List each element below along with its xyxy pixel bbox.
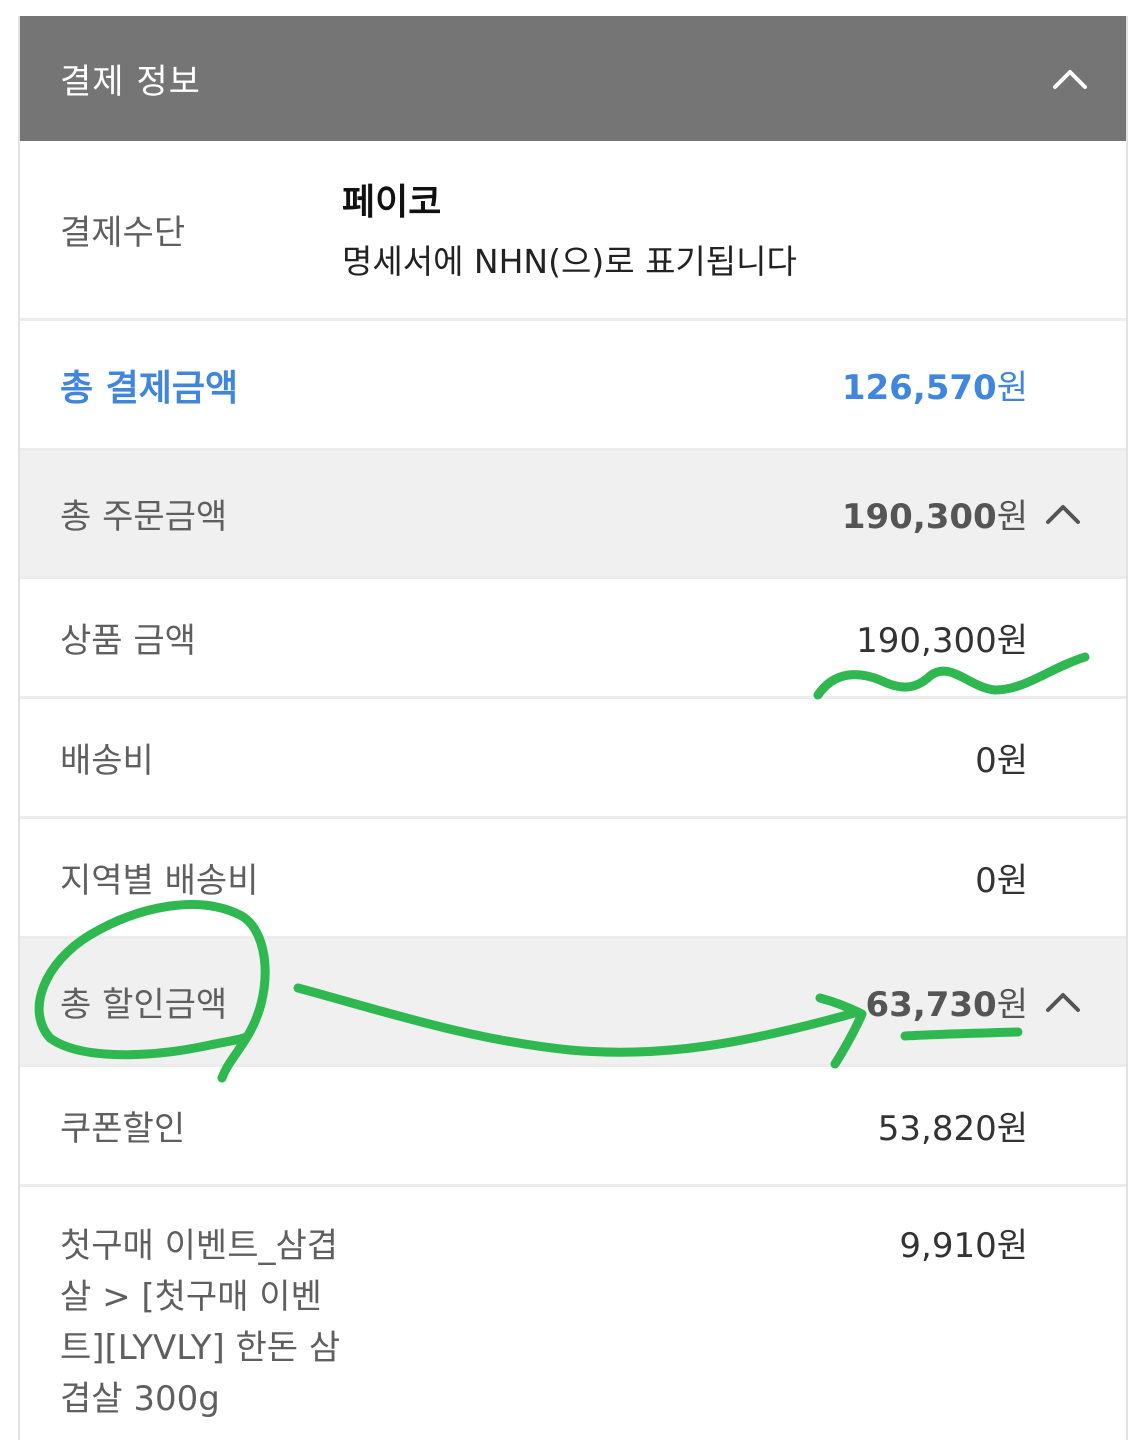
payment-method-note: 명세서에 NHN(으)로 표기됩니다 — [342, 241, 797, 281]
order-total-label: 총 주문금액 — [60, 497, 228, 537]
chevron-up-icon[interactable] — [1050, 59, 1090, 99]
discount-total-label: 총 할인금액 — [60, 985, 228, 1025]
shipping-fee-label: 배송비 — [60, 741, 154, 781]
regional-shipping-fee-label: 지역별 배송비 — [60, 861, 259, 901]
product-amount-value: 190,300원 — [856, 613, 1028, 662]
coupon-discount-label: 쿠폰할인 — [60, 1109, 186, 1149]
total-payment-row: 총 결제금액 126,570원 — [20, 321, 1126, 451]
product-amount-label: 상품 금액 — [60, 621, 196, 661]
coupon-discount-unit: 원 — [996, 1109, 1028, 1149]
event-discount-row: 첫구매 이벤트_삼겹살 > [첫구매 이벤트][LYVLY] 한돈 삼겹살 30… — [20, 1187, 1126, 1440]
payment-info-header[interactable]: 결제 정보 — [20, 16, 1126, 141]
payment-info-panel: 결제 정보 결제수단 페이코 명세서에 NHN(으)로 표기됩니다 총 결제금액… — [18, 16, 1128, 1440]
payment-method-label: 결제수단 — [60, 213, 186, 253]
payment-method-row: 결제수단 페이코 명세서에 NHN(으)로 표기됩니다 — [20, 141, 1126, 321]
payment-method-details: 페이코 명세서에 NHN(으)로 표기됩니다 — [342, 173, 797, 283]
shipping-fee-amount: 0 — [975, 741, 997, 781]
coupon-discount-amount: 53,820 — [877, 1109, 997, 1149]
regional-shipping-fee-amount: 0 — [975, 861, 997, 901]
order-total-value: 190,300원 — [842, 489, 1028, 538]
event-discount-unit: 원 — [996, 1226, 1028, 1266]
discount-total-unit: 원 — [996, 985, 1028, 1025]
discount-total-chevron-up-icon[interactable] — [1040, 982, 1086, 1022]
regional-shipping-fee-row: 지역별 배송비 0원 — [20, 819, 1126, 939]
event-discount-value: 9,910원 — [899, 1221, 1028, 1272]
product-amount-unit: 원 — [996, 621, 1028, 661]
discount-total-amount: 63,730 — [865, 985, 997, 1025]
product-amount-amount: 190,300 — [856, 621, 997, 661]
order-total-amount: 190,300 — [841, 497, 997, 537]
discount-total-value: 63,730원 — [866, 977, 1028, 1026]
payment-method-name: 페이코 — [342, 181, 442, 223]
product-amount-row: 상품 금액 190,300원 — [20, 579, 1126, 699]
total-payment-value: 126,570원 — [842, 360, 1028, 409]
shipping-fee-unit: 원 — [996, 741, 1028, 781]
regional-shipping-fee-value: 0원 — [975, 853, 1028, 902]
order-total-row[interactable]: 총 주문금액 190,300원 — [20, 451, 1126, 579]
order-total-chevron-up-icon[interactable] — [1040, 494, 1086, 534]
total-payment-amount: 126,570 — [841, 368, 997, 408]
discount-total-row[interactable]: 총 할인금액 63,730원 — [20, 939, 1126, 1067]
shipping-fee-row: 배송비 0원 — [20, 699, 1126, 819]
total-payment-label: 총 결제금액 — [60, 367, 239, 409]
coupon-discount-value: 53,820원 — [878, 1101, 1028, 1150]
payment-info-title: 결제 정보 — [60, 62, 201, 102]
coupon-discount-row: 쿠폰할인 53,820원 — [20, 1067, 1126, 1187]
regional-shipping-fee-unit: 원 — [996, 861, 1028, 901]
order-total-unit: 원 — [996, 497, 1028, 537]
total-payment-unit: 원 — [996, 368, 1028, 408]
event-discount-label: 첫구매 이벤트_삼겹살 > [첫구매 이벤트][LYVLY] 한돈 삼겹살 30… — [60, 1226, 341, 1419]
shipping-fee-value: 0원 — [975, 733, 1028, 782]
event-discount-amount: 9,910 — [899, 1226, 997, 1266]
